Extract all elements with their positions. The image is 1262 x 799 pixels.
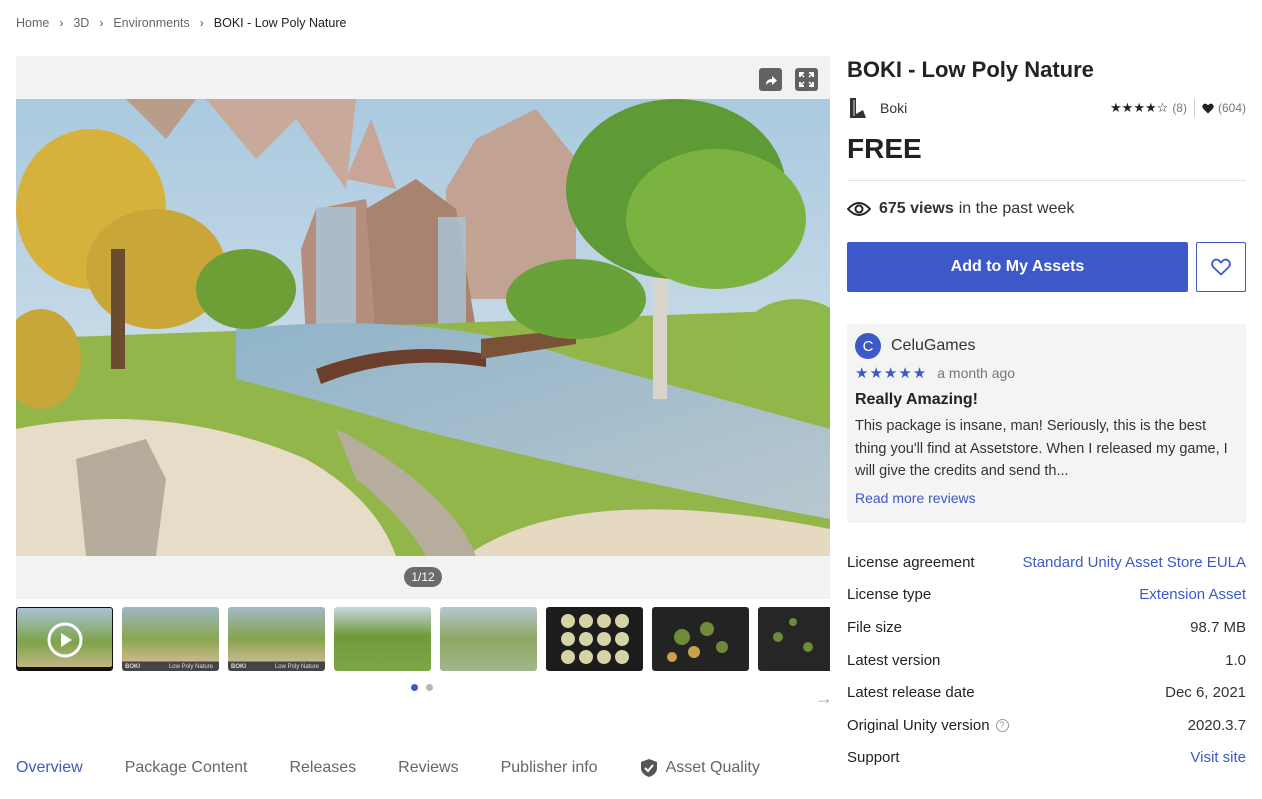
views-count: 675 views: [879, 200, 954, 217]
detail-row-release-date: Latest release date Dec 6, 2021: [847, 676, 1246, 709]
thumbnail-video[interactable]: [16, 607, 113, 671]
detail-value: Dec 6, 2021: [1165, 684, 1246, 702]
rating-stars[interactable]: ★★★★☆: [1110, 100, 1168, 116]
review-body: This package is insane, man! Seriously, …: [855, 418, 1228, 479]
add-to-my-assets-button[interactable]: Add to My Assets: [847, 242, 1188, 292]
divider: [847, 180, 1246, 181]
shield-icon: [640, 759, 657, 777]
product-sidebar: BOKI - Low Poly Nature Boki ★★★★☆ (8) (6…: [847, 56, 1246, 774]
tab-asset-quality[interactable]: Asset Quality: [640, 758, 760, 778]
tab-releases[interactable]: Releases: [289, 758, 356, 778]
thumbnail[interactable]: BOKI Low Poly Nature: [228, 607, 325, 671]
thumbnail-strip: BOKI Low Poly Nature BOKI Low Poly Natur…: [16, 607, 830, 671]
review-card: C CeluGames ★★★★★ a month ago Really Ama…: [847, 324, 1246, 523]
thumbnail[interactable]: BOKI Low Poly Nature: [122, 607, 219, 671]
review-author: CeluGames: [891, 337, 976, 354]
detail-key: Latest release date: [847, 684, 975, 702]
thumbnail-label: Low Poly Nature: [168, 664, 213, 670]
tab-label: Asset Quality: [665, 759, 760, 776]
play-icon: [47, 622, 83, 658]
views-stat: 675 views in the past week: [847, 200, 1246, 218]
detail-value: 2020.3.7: [1187, 716, 1246, 734]
tab-reviews[interactable]: Reviews: [398, 758, 458, 778]
favorite-button[interactable]: [1196, 242, 1246, 292]
media-viewer: 1/12: [16, 56, 830, 599]
detail-row-file-size: File size 98.7 MB: [847, 611, 1246, 644]
thumbnail-label: BOKI: [231, 664, 246, 670]
rating-count: (8): [1172, 101, 1187, 115]
detail-row-license-agreement: License agreement Standard Unity Asset S…: [847, 546, 1246, 579]
help-icon[interactable]: ?: [995, 718, 1009, 732]
publisher-row: Boki ★★★★☆ (8) (604): [847, 96, 1246, 120]
views-suffix: in the past week: [958, 200, 1075, 217]
avatar: C: [855, 333, 881, 359]
arrow-right-icon[interactable]: →: [815, 688, 833, 709]
tab-package-content[interactable]: Package Content: [125, 758, 248, 778]
heart-icon: [1202, 103, 1214, 113]
carousel-dots: [411, 684, 433, 691]
chevron-right-icon: ›: [99, 16, 104, 30]
carousel-dot[interactable]: [426, 684, 433, 691]
divider: [1193, 99, 1195, 117]
breadcrumb-current: BOKI - Low Poly Nature: [213, 16, 347, 30]
share-icon: [765, 75, 777, 85]
detail-key-with-help: Original Unity version ?: [847, 717, 1009, 734]
license-type-link[interactable]: Extension Asset: [1139, 586, 1246, 603]
breadcrumb-3d[interactable]: 3D: [73, 16, 89, 30]
package-details: License agreement Standard Unity Asset S…: [847, 546, 1246, 774]
detail-key: License agreement: [847, 553, 975, 571]
thumbnail[interactable]: [758, 607, 830, 671]
tab-overview[interactable]: Overview: [16, 758, 83, 778]
review-title: Really Amazing!: [855, 391, 978, 408]
thumbnail[interactable]: [440, 607, 537, 671]
tab-publisher-info[interactable]: Publisher info: [501, 758, 598, 778]
review-meta: ★★★★★ a month ago: [855, 364, 1238, 382]
chevron-right-icon: ›: [199, 16, 204, 30]
detail-key: Latest version: [847, 651, 941, 669]
publisher-name: Boki: [880, 100, 908, 116]
detail-key: Original Unity version: [847, 716, 990, 734]
breadcrumb-home[interactable]: Home: [16, 16, 49, 30]
thumbnail[interactable]: [546, 607, 643, 671]
review-time: a month ago: [937, 365, 1016, 381]
main-preview-image[interactable]: [16, 99, 830, 556]
detail-key: License type: [847, 586, 932, 604]
detail-key: Support: [847, 749, 900, 767]
favorites-count: (604): [1217, 101, 1246, 115]
fullscreen-icon: [799, 72, 814, 87]
detail-row-support: Support Visit site: [847, 742, 1246, 775]
review-stars: ★★★★★: [855, 365, 928, 382]
detail-row-license-type: License type Extension Asset: [847, 579, 1246, 612]
image-counter: 1/12: [404, 567, 442, 587]
thumbnail-label: Low Poly Nature: [274, 664, 319, 670]
support-link[interactable]: Visit site: [1190, 749, 1246, 766]
thumbnail[interactable]: [652, 607, 749, 671]
license-agreement-link[interactable]: Standard Unity Asset Store EULA: [1023, 554, 1246, 571]
thumbnail-label: BOKI: [125, 664, 140, 670]
fullscreen-button[interactable]: [795, 68, 818, 91]
product-tabs: Overview Package Content Releases Review…: [16, 758, 802, 778]
price: FREE: [847, 133, 922, 164]
breadcrumb: Home › 3D › Environments › BOKI - Low Po…: [16, 16, 346, 30]
detail-row-unity-version: Original Unity version ? 2020.3.7: [847, 709, 1246, 742]
detail-key: File size: [847, 618, 903, 636]
publisher-logo-icon: [850, 98, 866, 118]
publisher-link[interactable]: Boki: [847, 96, 907, 120]
detail-value: 98.7 MB: [1190, 618, 1246, 636]
carousel-dot[interactable]: [411, 684, 418, 691]
detail-value: 1.0: [1225, 651, 1246, 669]
rating-summary: ★★★★☆ (8) (604): [1110, 99, 1246, 117]
thumbnail[interactable]: [334, 607, 431, 671]
detail-row-latest-version: Latest version 1.0: [847, 644, 1246, 677]
review-author-row: C CeluGames: [855, 333, 1238, 359]
heart-outline-icon: [1211, 258, 1231, 276]
purchase-actions: Add to My Assets: [847, 242, 1246, 292]
eye-icon: [847, 202, 871, 216]
product-title: BOKI - Low Poly Nature: [847, 57, 1094, 82]
share-button[interactable]: [759, 68, 782, 91]
chevron-right-icon: ›: [59, 16, 64, 30]
breadcrumb-environments[interactable]: Environments: [113, 16, 189, 30]
read-more-reviews-link[interactable]: Read more reviews: [855, 490, 1238, 506]
